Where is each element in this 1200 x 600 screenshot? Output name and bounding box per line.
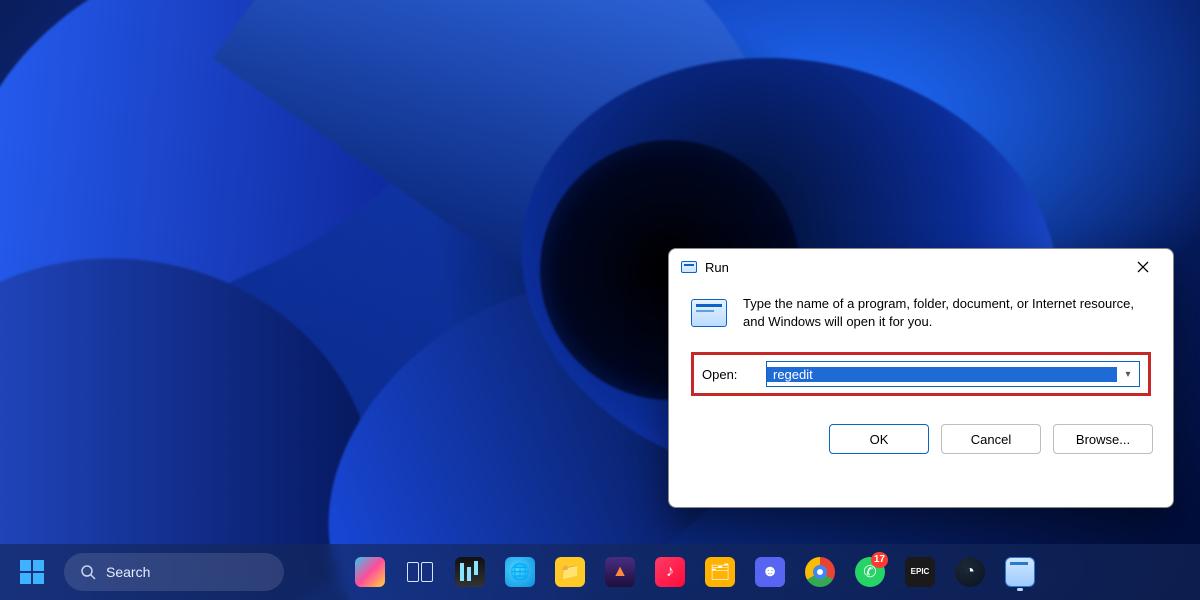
taskbar-search[interactable]: Search bbox=[64, 553, 284, 591]
browse-button[interactable]: Browse... bbox=[1053, 424, 1153, 454]
taskbar-activity[interactable] bbox=[448, 550, 492, 594]
taskbar-discord[interactable]: ☻ bbox=[748, 550, 792, 594]
open-row-highlight: Open: ▾ bbox=[691, 352, 1151, 396]
ok-button[interactable]: OK bbox=[829, 424, 929, 454]
run-app-icon bbox=[691, 299, 727, 327]
open-label: Open: bbox=[702, 367, 754, 382]
windows-logo-icon bbox=[20, 560, 44, 584]
taskbar-steam[interactable]: ◔ bbox=[948, 550, 992, 594]
activity-icon bbox=[455, 557, 485, 587]
taskbar-music[interactable]: ♪ bbox=[648, 550, 692, 594]
chevron-down-icon[interactable]: ▾ bbox=[1117, 369, 1139, 380]
cancel-button[interactable]: Cancel bbox=[941, 424, 1041, 454]
open-combobox[interactable]: ▾ bbox=[766, 361, 1140, 387]
dialog-title: Run bbox=[705, 260, 729, 275]
titlebar[interactable]: Run bbox=[669, 249, 1173, 285]
search-icon bbox=[80, 564, 96, 580]
close-icon bbox=[1137, 261, 1149, 273]
flame-icon: ▲ bbox=[605, 557, 635, 587]
taskbar-files[interactable]: 🗂 bbox=[698, 550, 742, 594]
folder-icon: 📁 bbox=[555, 557, 585, 587]
taskbar-flame[interactable]: ▲ bbox=[598, 550, 642, 594]
run-icon bbox=[681, 261, 697, 273]
music-icon: ♪ bbox=[655, 557, 685, 587]
discord-icon: ☻ bbox=[755, 557, 785, 587]
taskbar-run[interactable] bbox=[998, 550, 1042, 594]
taskbar-copilot[interactable] bbox=[348, 550, 392, 594]
taskview-icon bbox=[407, 562, 433, 582]
taskbar-whatsapp[interactable]: ✆ 17 bbox=[848, 550, 892, 594]
taskbar-taskview[interactable] bbox=[398, 550, 442, 594]
taskbar-icons: 🌐 📁 ▲ ♪ 🗂 ☻ ✆ 17 EPIC ◔ bbox=[348, 550, 1042, 594]
taskbar-explorer[interactable]: 📁 bbox=[548, 550, 592, 594]
copilot-icon bbox=[355, 557, 385, 587]
start-button[interactable] bbox=[12, 552, 52, 592]
taskbar-epic[interactable]: EPIC bbox=[898, 550, 942, 594]
run-taskbar-icon bbox=[1005, 557, 1035, 587]
whatsapp-badge: 17 bbox=[871, 552, 888, 568]
dialog-description: Type the name of a program, folder, docu… bbox=[743, 295, 1151, 330]
taskbar: Search 🌐 📁 ▲ ♪ 🗂 ☻ ✆ 17 EPIC ◔ bbox=[0, 544, 1200, 600]
close-button[interactable] bbox=[1125, 253, 1161, 281]
run-dialog: Run Type the name of a program, folder, … bbox=[668, 248, 1174, 508]
files-icon: 🗂 bbox=[705, 557, 735, 587]
taskbar-browser[interactable]: 🌐 bbox=[498, 550, 542, 594]
search-placeholder: Search bbox=[106, 564, 150, 580]
open-input[interactable] bbox=[767, 367, 1117, 382]
taskbar-chrome[interactable] bbox=[798, 550, 842, 594]
chrome-icon bbox=[805, 557, 835, 587]
desktop: Run Type the name of a program, folder, … bbox=[0, 0, 1200, 600]
steam-icon: ◔ bbox=[955, 557, 985, 587]
epic-icon: EPIC bbox=[905, 557, 935, 587]
browser-icon: 🌐 bbox=[505, 557, 535, 587]
